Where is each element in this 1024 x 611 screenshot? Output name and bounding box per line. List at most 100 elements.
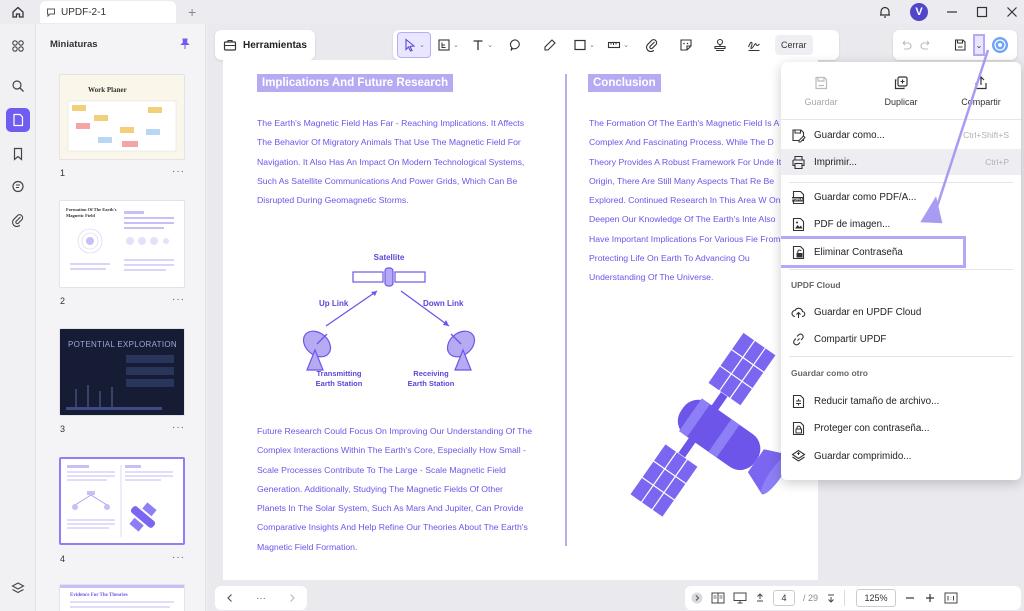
highlighter-tool-button[interactable] [533,32,567,58]
thumbnail-2-preview: Formation Of The Earth's Magnetic Field [66,207,174,271]
paperclip-icon [11,213,25,227]
thumbnail-5-preview: Evidence For The Theories [60,585,184,608]
text-t-icon [471,38,485,52]
rail-comments-button[interactable] [6,175,30,199]
avatar[interactable]: V [910,3,928,21]
left-rail [0,24,36,611]
rail-layers-button[interactable] [6,576,30,600]
transmitting-dish-icon [302,330,332,371]
solar-panel-top [707,332,777,407]
minimize-icon[interactable] [946,6,958,18]
zoom-in-icon[interactable] [924,592,936,604]
rail-bookmarks-button[interactable] [6,142,30,166]
pen-icon [543,38,557,52]
first-page-icon[interactable] [755,592,765,604]
page-thumbnails-icon [11,113,25,127]
thumbnail-2-more-button[interactable]: ··· [172,294,185,305]
rail-attachments-button[interactable] [6,208,30,232]
thumbnail-4-preview [67,465,173,537]
pin-icon[interactable] [179,38,191,50]
bookmark-icon [11,147,25,161]
tools-button[interactable]: Herramientas [215,30,315,60]
sticker-tool-button[interactable] [669,32,703,58]
view-controls-bar: 4 / 29 125% [685,586,1021,610]
compress-file-icon [791,394,806,409]
chevron-right-icon[interactable] [287,593,297,603]
menu-item-save-compressed[interactable]: Guardar comprimido... [781,443,1021,469]
document-page: Implications And Future Research The Ear… [223,60,818,580]
new-tab-button[interactable]: + [188,4,196,20]
collapse-arrow-icon[interactable] [691,592,703,604]
zoom-out-icon[interactable] [904,592,916,604]
thumbnail-1-more-button[interactable]: ··· [172,166,185,177]
ruler-icon [607,38,621,52]
thumbnail-4-more-button[interactable]: ··· [172,552,185,563]
tab-title: UPDF-2-1 [61,6,107,18]
menu-item-save-to-cloud[interactable]: Guardar en UPDF Cloud [781,299,1021,325]
shape-tool-button[interactable]: ⌄ [567,32,601,58]
signature-tool-button[interactable] [737,32,771,58]
zoom-level[interactable]: 125% [856,589,897,607]
diagram-receive-line-1: Receiving [413,369,449,378]
chevron-left-icon[interactable] [225,593,235,603]
maximize-icon[interactable] [976,6,988,18]
left-paragraph-1: The Earth's Magnetic Field Has Far - Rea… [257,118,525,206]
menu-save-button[interactable]: Guardar [781,62,861,119]
text-box-icon [437,38,451,52]
right-section-title: Conclusion [588,74,661,92]
comment-search-icon [11,180,25,194]
menu-item-protect-password[interactable]: Proteger con contraseña... [781,415,1021,441]
more-pages-button[interactable]: ··· [256,593,266,604]
close-icon[interactable] [1006,6,1018,18]
thumbnail-1-number: 1 [60,168,66,178]
window-controls: V [878,0,1018,24]
thumbnails-title: Miniaturas [50,38,98,50]
diagram-uplink-label: Up Link [319,299,349,308]
menu-item-protect-password-label: Proteger con contraseña... [814,422,930,434]
thumbnail-page-1[interactable]: Work Planer [59,74,185,160]
lock-file-icon [791,421,806,436]
save-as-icon [791,128,806,143]
diagram-satellite-label: Satellite [374,253,405,262]
satellite-link-diagram: Satellite Up Link Down Link Transmitting… [302,253,476,388]
thumbnail-5-caption: Evidence For The Theories [70,593,128,598]
select-tool-button[interactable]: ⌄ [397,32,431,58]
text-tool-button[interactable]: ⌄ [465,32,499,58]
rail-organize-button[interactable] [6,34,30,58]
current-page-input[interactable]: 4 [773,590,795,606]
menu-item-save-compressed-label: Guardar comprimido... [814,450,912,462]
rail-thumbnails-button[interactable] [6,108,30,132]
last-page-icon[interactable] [826,592,836,604]
thumbnail-page-4[interactable] [59,457,185,545]
measure-tool-button[interactable]: ⌄ [601,32,635,58]
document-tab[interactable]: UPDF-2-1 [40,1,176,23]
page-layout-icon[interactable] [711,592,725,604]
thumbnail-3-more-button[interactable]: ··· [172,422,185,433]
home-button[interactable] [0,0,36,24]
total-pages: / 29 [803,593,819,603]
close-tools-button[interactable]: Cerrar [775,35,813,55]
unlock-file-icon [791,245,806,260]
bell-icon[interactable] [878,5,892,19]
comment-tool-button[interactable] [499,32,533,58]
thumbnail-page-2[interactable]: Formation Of The Earth's Magnetic Field [59,200,185,288]
attachment-tool-button[interactable] [635,32,669,58]
text-box-tool-button[interactable]: ⌄ [431,32,465,58]
right-paragraph: The Formation Of The Earth's Magnetic Fi… [589,118,787,283]
thumbnail-1-preview: Work Planer [67,86,177,152]
rail-search-button[interactable] [6,74,30,98]
actual-size-icon[interactable] [944,592,958,604]
diagram-transmit-line-1: Transmitting [316,369,361,378]
thumbnail-page-3[interactable]: POTENTIAL EXPLORATION [59,328,185,416]
stamp-tool-button[interactable] [703,32,737,58]
solar-panel-bottom [629,442,699,519]
menu-item-share-updf[interactable]: Compartir UPDF [781,326,1021,352]
menu-item-reduce-size[interactable]: Reducir tamaño de archivo... [781,388,1021,414]
paperclip-icon [645,38,659,52]
thumbnails-header: Miniaturas [36,24,205,64]
presentation-icon[interactable] [733,592,747,604]
printer-icon [791,155,806,170]
search-icon [11,79,25,93]
menu-save-label: Guardar [804,96,838,107]
thumbnail-page-5[interactable]: Evidence For The Theories [59,584,185,611]
